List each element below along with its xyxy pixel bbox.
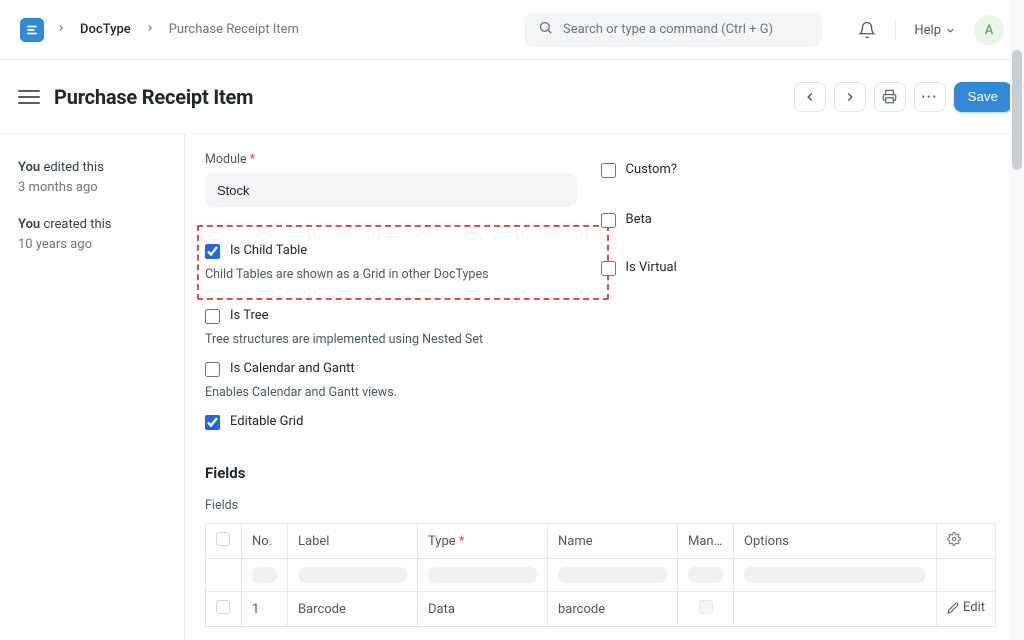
is-calendar-gantt-desc: Enables Calendar and Gantt views. [205, 385, 601, 400]
app-logo[interactable] [20, 18, 44, 42]
row-name[interactable]: barcode [547, 591, 677, 627]
form-area: Module * Is Child Table Child Tables are… [184, 134, 1024, 640]
timeline-entry: You created this 10 years ago [18, 215, 172, 254]
module-label: Module * [205, 152, 601, 167]
beta-checkbox[interactable] [601, 213, 616, 228]
is-tree-label: Is Tree [230, 308, 269, 323]
next-button[interactable] [834, 82, 866, 112]
module-input[interactable] [205, 173, 577, 207]
is-tree-checkbox[interactable] [205, 309, 220, 324]
fields-table: No. Label Type * Name Man… Options [205, 523, 996, 627]
is-calendar-gantt-checkbox[interactable] [205, 362, 220, 377]
pencil-icon [947, 602, 959, 614]
breadcrumb: DocType Purchase Receipt Item [56, 22, 299, 37]
prev-button[interactable] [794, 82, 826, 112]
col-label: Label [287, 523, 417, 558]
col-no: No. [241, 523, 287, 558]
chevron-right-icon [56, 22, 66, 37]
is-child-table-label: Is Child Table [230, 243, 307, 258]
select-all-checkbox[interactable] [216, 532, 230, 546]
col-options: Options [733, 523, 936, 558]
global-search[interactable]: Search or type a command (Ctrl + G) [524, 13, 822, 47]
page-title: Purchase Receipt Item [54, 85, 253, 109]
breadcrumb-current: Purchase Receipt Item [169, 22, 299, 37]
is-tree-desc: Tree structures are implemented using Ne… [205, 332, 601, 347]
fields-section-heading: Fields [205, 464, 996, 482]
table-settings-icon[interactable] [936, 523, 996, 558]
row-no: 1 [241, 591, 287, 627]
divider [895, 20, 896, 40]
editable-grid-label: Editable Grid [230, 414, 303, 429]
help-menu[interactable]: Help [914, 23, 956, 38]
row-edit-button[interactable]: Edit [947, 600, 985, 615]
sidebar-toggle-icon[interactable] [18, 86, 40, 108]
custom-label: Custom? [626, 162, 677, 177]
fields-sublabel: Fields [205, 498, 996, 513]
col-mandatory: Man… [677, 523, 733, 558]
table-row[interactable]: 1 Barcode Data barcode Edit [205, 591, 996, 627]
custom-checkbox[interactable] [601, 163, 616, 178]
user-avatar[interactable]: A [974, 15, 1004, 45]
timeline-entry: You edited this 3 months ago [18, 158, 172, 197]
editable-grid-checkbox[interactable] [205, 415, 220, 430]
search-icon [538, 20, 553, 39]
is-child-table-desc: Child Tables are shown as a Grid in othe… [205, 267, 601, 282]
timeline-sidebar: You edited this 3 months ago You created… [0, 134, 184, 640]
beta-label: Beta [626, 212, 652, 227]
chevron-right-icon [145, 22, 155, 37]
save-button[interactable]: Save [954, 82, 1012, 112]
row-mandatory-checkbox[interactable] [699, 600, 713, 614]
chevron-down-icon [945, 25, 956, 36]
is-child-table-checkbox[interactable] [205, 244, 220, 259]
print-button[interactable] [874, 82, 906, 112]
table-new-row[interactable] [205, 558, 996, 591]
more-menu-button[interactable]: ··· [914, 82, 946, 112]
highlight-annotation: Is Child Table Child Tables are shown as… [197, 225, 609, 300]
table-header-row: No. Label Type * Name Man… Options [205, 523, 996, 558]
col-type: Type * [417, 523, 547, 558]
row-checkbox[interactable] [216, 600, 230, 614]
is-virtual-checkbox[interactable] [601, 261, 616, 276]
breadcrumb-parent[interactable]: DocType [80, 22, 131, 37]
col-name: Name [547, 523, 677, 558]
row-label[interactable]: Barcode [287, 591, 417, 627]
row-options[interactable] [733, 591, 936, 627]
scrollbar-thumb[interactable] [1012, 50, 1022, 170]
row-type[interactable]: Data [417, 591, 547, 627]
is-calendar-gantt-label: Is Calendar and Gantt [230, 361, 355, 376]
notifications-icon[interactable] [857, 20, 877, 40]
is-virtual-label: Is Virtual [626, 260, 677, 275]
search-placeholder: Search or type a command (Ctrl + G) [563, 22, 773, 37]
